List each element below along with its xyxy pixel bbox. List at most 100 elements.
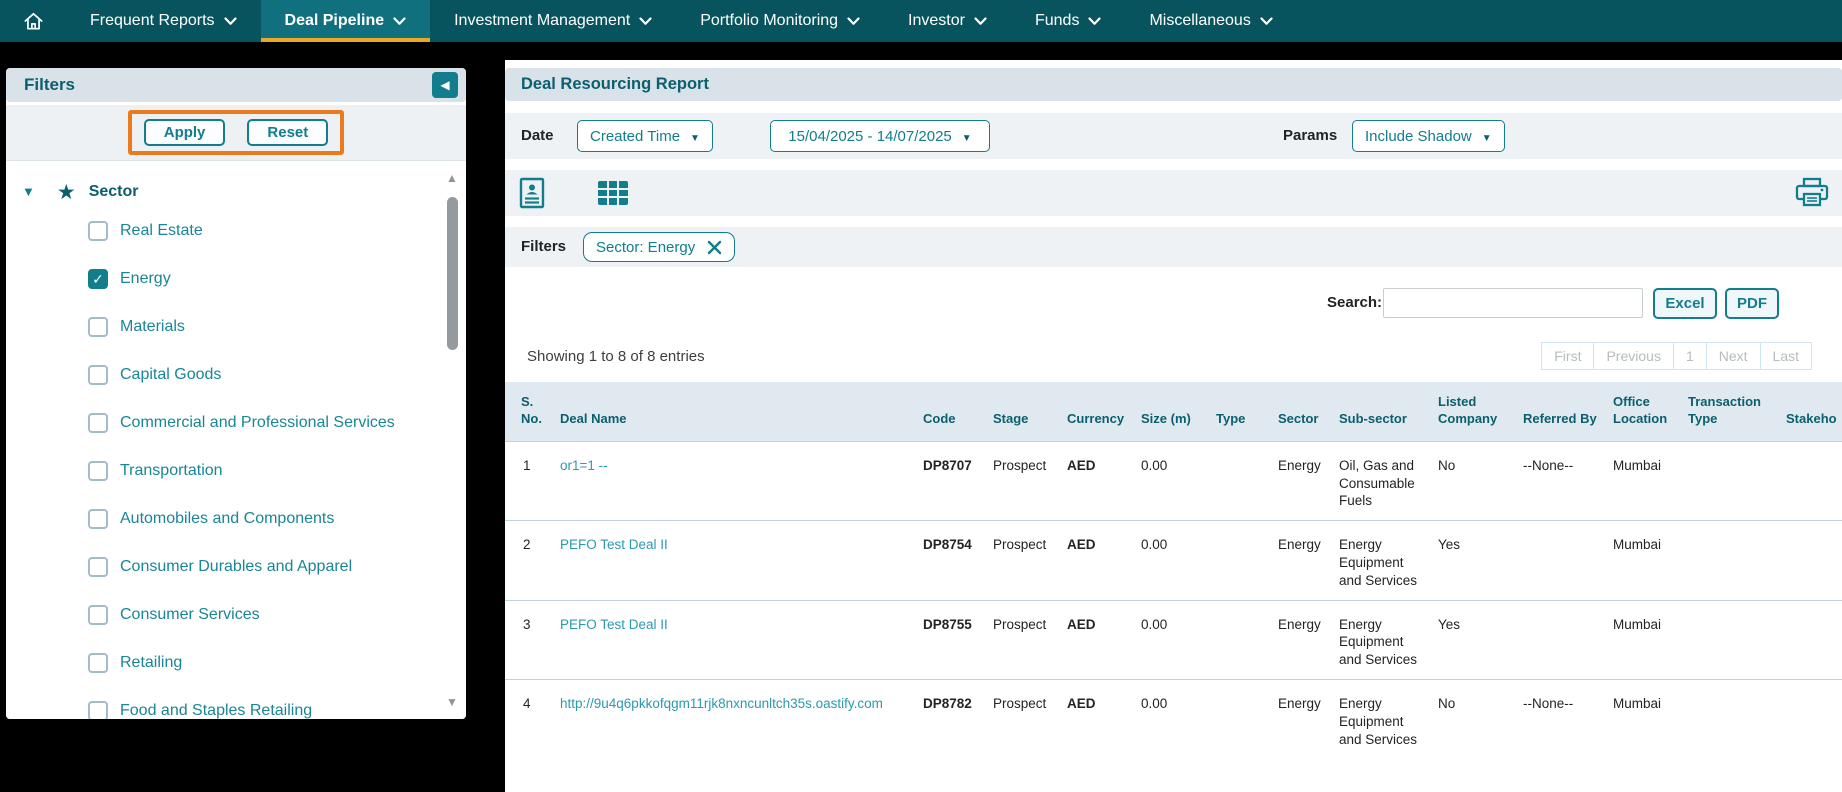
sector-option-transportation[interactable]: Transportation [6, 447, 466, 495]
date-range-dropdown[interactable]: 15/04/2025 - 14/07/2025 [770, 120, 990, 152]
sector-option-food-staples-retailing[interactable]: Food and Staples Retailing [6, 687, 466, 719]
checkbox-unchecked-icon[interactable] [88, 413, 108, 433]
home-icon [22, 10, 45, 33]
checkbox-unchecked-icon[interactable] [88, 509, 108, 529]
cell-currency: AED [1067, 521, 1141, 600]
checkbox-unchecked-icon[interactable] [88, 605, 108, 625]
sector-option-retailing[interactable]: Retailing [6, 639, 466, 687]
deal-link[interactable]: PEFO Test Deal II [560, 537, 668, 552]
sector-option-consumer-durables-apparel[interactable]: Consumer Durables and Apparel [6, 543, 466, 591]
cell-sector: Energy [1278, 600, 1339, 679]
date-type-dropdown[interactable]: Created Time [577, 120, 713, 152]
nav-item-frequent-reports[interactable]: Frequent Reports [66, 0, 261, 42]
params-dropdown[interactable]: Include Shadow [1352, 120, 1505, 152]
close-icon[interactable] [707, 240, 722, 255]
cell-currency: AED [1067, 600, 1141, 679]
cell-listed-company: No [1438, 441, 1523, 520]
cell-sub-sector: Energy Equipment and Services [1339, 521, 1438, 600]
pagination-page-1-button[interactable]: 1 [1673, 342, 1707, 370]
col-header-sno: S. No. [505, 382, 560, 441]
chevron-down-icon [639, 17, 652, 26]
cell-size: 0.00 [1141, 680, 1216, 759]
cell-referred-by: --None-- [1523, 441, 1613, 520]
sector-group-header[interactable]: Sector [6, 161, 466, 207]
nav-item-deal-pipeline[interactable]: Deal Pipeline [261, 0, 431, 42]
apply-reset-row: Apply Reset [6, 105, 466, 161]
checkbox-unchecked-icon[interactable] [88, 653, 108, 673]
collapse-sidebar-button[interactable] [432, 72, 458, 98]
star-icon[interactable] [57, 180, 76, 205]
report-main: Deal Resourcing Report Date Created Time… [505, 60, 1842, 792]
pagination-next-button[interactable]: Next [1706, 342, 1761, 370]
checkbox-unchecked-icon[interactable] [88, 557, 108, 577]
filter-chip-sector-energy[interactable]: Sector: Energy [583, 232, 735, 262]
sector-option-real-estate[interactable]: Real Estate [6, 207, 466, 255]
sector-option-capital-goods[interactable]: Capital Goods [6, 351, 466, 399]
pagination-last-button[interactable]: Last [1760, 342, 1812, 370]
excel-export-button[interactable]: Excel [1653, 288, 1717, 319]
col-header-currency: Currency [1067, 382, 1141, 441]
cell-type [1216, 680, 1278, 759]
sidebar-scrollbar[interactable] [445, 165, 461, 715]
cell-code: DP8754 [923, 521, 993, 600]
cell-listed-company: Yes [1438, 521, 1523, 600]
search-label: Search: [1327, 294, 1382, 311]
cell-listed-company: No [1438, 680, 1523, 759]
sector-option-consumer-services[interactable]: Consumer Services [6, 591, 466, 639]
col-header-size: Size (m) [1141, 382, 1216, 441]
pagination: First Previous 1 Next Last [1542, 342, 1812, 370]
nav-item-miscellaneous[interactable]: Miscellaneous [1125, 0, 1296, 42]
col-header-sector: Sector [1278, 382, 1339, 441]
sector-option-commercial-professional-services[interactable]: Commercial and Professional Services [6, 399, 466, 447]
print-button[interactable] [1793, 177, 1831, 209]
nav-item-label: Investor [908, 12, 965, 30]
checkbox-unchecked-icon[interactable] [88, 221, 108, 241]
checkbox-checked-icon[interactable] [88, 269, 108, 289]
printer-icon [1793, 177, 1831, 209]
sector-option-automobiles-components[interactable]: Automobiles and Components [6, 495, 466, 543]
pagination-first-button[interactable]: First [1541, 342, 1594, 370]
sector-option-materials[interactable]: Materials [6, 303, 466, 351]
caret-down-icon [690, 129, 700, 144]
checkbox-unchecked-icon[interactable] [88, 701, 108, 719]
sector-option-energy[interactable]: Energy [6, 255, 466, 303]
col-header-stakeholder: Stakeho [1786, 382, 1842, 441]
table-row: 4 http://9u4q6pkkofqgm11rjk8nxncunltch35… [505, 680, 1842, 759]
pagination-previous-button[interactable]: Previous [1593, 342, 1673, 370]
sector-checkbox-list: Real Estate Energy Materials Capital Goo… [6, 207, 466, 719]
checkbox-unchecked-icon[interactable] [88, 317, 108, 337]
cell-sno: 3 [505, 600, 560, 679]
table-view-button[interactable] [597, 180, 629, 206]
table-meta-row: Showing 1 to 8 of 8 entries First Previo… [505, 342, 1842, 372]
showing-entries-text: Showing 1 to 8 of 8 entries [527, 348, 705, 365]
page-title: Deal Resourcing Report [505, 75, 709, 94]
nav-item-funds[interactable]: Funds [1011, 0, 1125, 42]
scroll-down-icon[interactable] [446, 693, 458, 711]
caret-down-icon [1482, 129, 1492, 144]
nav-item-label: Miscellaneous [1149, 12, 1250, 30]
checkbox-unchecked-icon[interactable] [88, 461, 108, 481]
deal-link[interactable]: PEFO Test Deal II [560, 617, 668, 632]
nav-item-investment-management[interactable]: Investment Management [430, 0, 676, 42]
scrollbar-thumb[interactable] [447, 197, 458, 350]
reset-button[interactable]: Reset [247, 119, 328, 146]
cell-sector: Energy [1278, 521, 1339, 600]
pdf-export-button[interactable]: PDF [1725, 288, 1779, 319]
search-input[interactable] [1383, 288, 1643, 318]
home-button[interactable] [0, 0, 66, 42]
scroll-up-icon[interactable] [446, 169, 458, 187]
deal-link[interactable]: or1=1 -- [560, 458, 608, 473]
deal-link[interactable]: http://9u4q6pkkofqgm11rjk8nxncunltch35s.… [560, 696, 883, 711]
nav-item-investor[interactable]: Investor [884, 0, 1011, 42]
cell-transaction-type [1688, 600, 1786, 679]
report-view-button[interactable] [519, 177, 545, 209]
col-header-referred-by: Referred By [1523, 382, 1613, 441]
nav-item-portfolio-monitoring[interactable]: Portfolio Monitoring [676, 0, 884, 42]
apply-button[interactable]: Apply [144, 119, 226, 146]
chevron-down-icon [1088, 17, 1101, 26]
cell-sno: 1 [505, 441, 560, 520]
caret-down-icon[interactable] [22, 183, 35, 201]
checkbox-unchecked-icon[interactable] [88, 365, 108, 385]
cell-office-location: Mumbai [1613, 600, 1688, 679]
cell-type [1216, 521, 1278, 600]
